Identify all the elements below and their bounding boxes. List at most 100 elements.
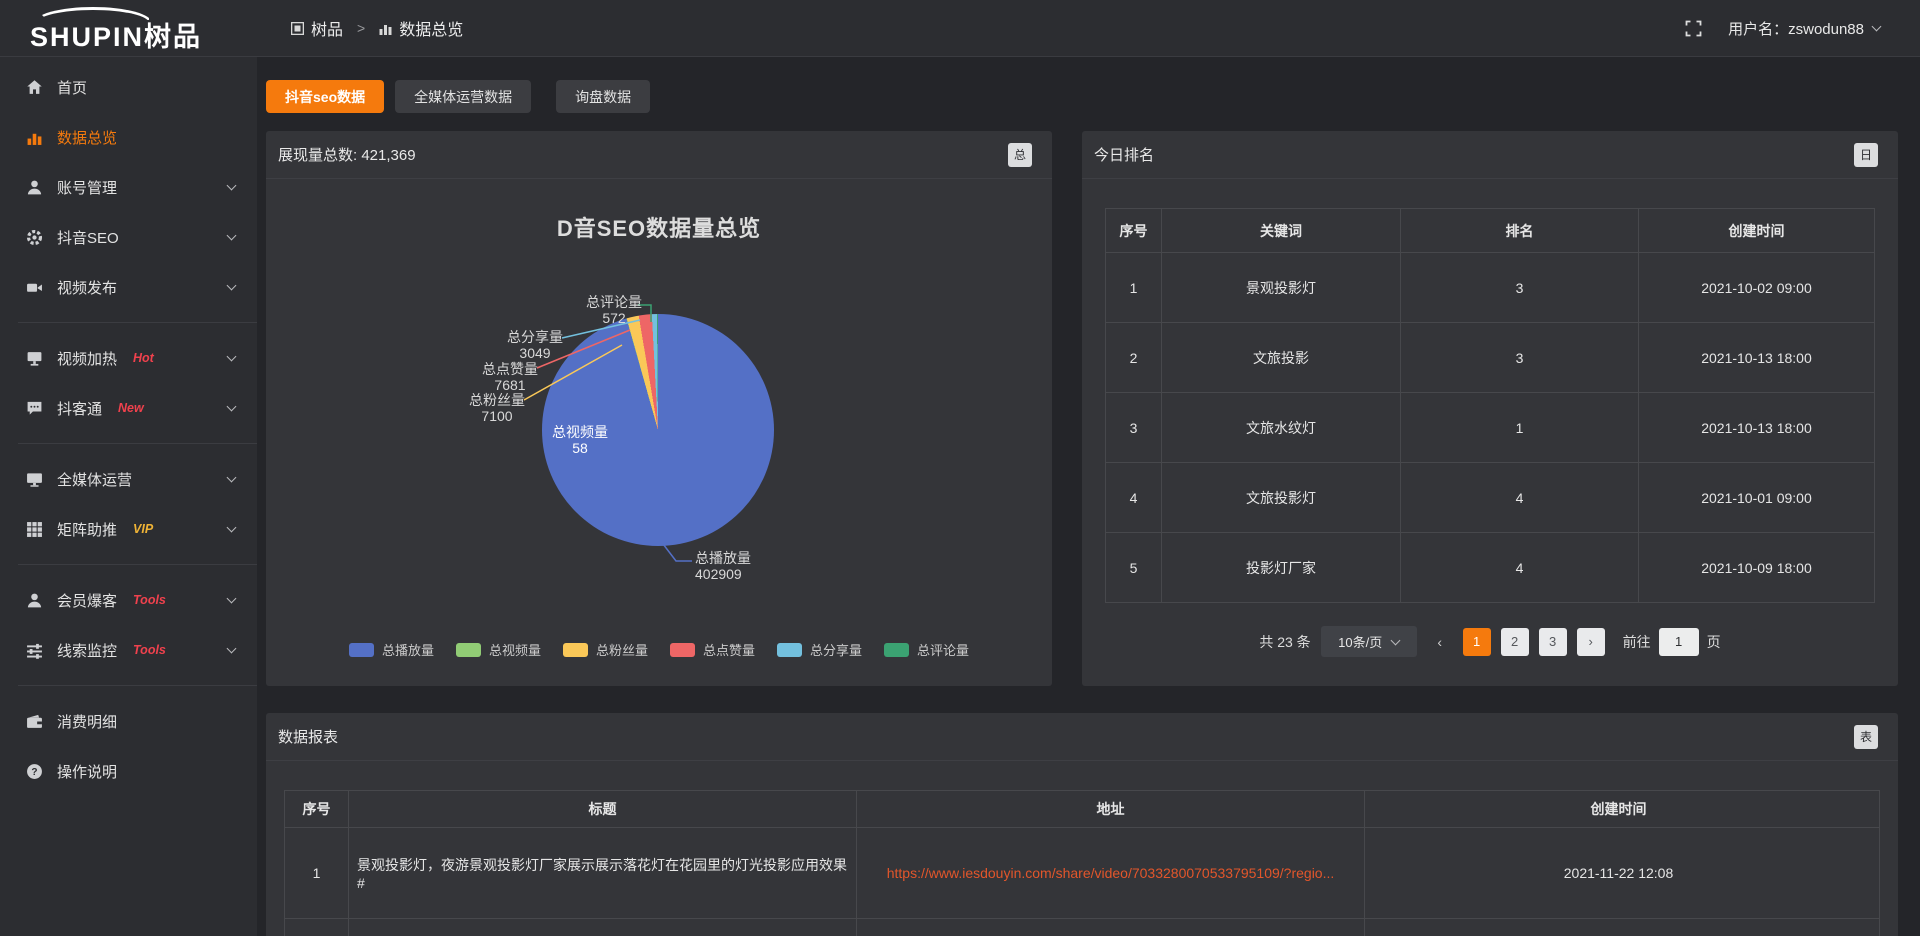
seo-volume-panel: 展现量总数: 421,369 总 D音SEO数据量总览 总评论量 572 xyxy=(266,131,1052,686)
page-button-3[interactable]: 3 xyxy=(1539,628,1567,656)
day-toggle-badge[interactable]: 日 xyxy=(1854,143,1878,167)
sidebar-item-omnimedia[interactable]: 全媒体运营 xyxy=(0,454,257,504)
chevron-down-icon xyxy=(227,644,237,654)
prev-page-button[interactable]: ‹ xyxy=(1427,634,1453,650)
goto-label: 前往 xyxy=(1623,632,1651,652)
sidebar-item-help[interactable]: ? 操作说明 xyxy=(0,746,257,796)
screen-play-icon xyxy=(26,350,43,367)
sidebar-item-label: 抖客通 xyxy=(57,398,102,419)
sliders-icon xyxy=(26,642,43,659)
username-label: 用户名：zswodun88 xyxy=(1728,18,1864,39)
logo-arc xyxy=(34,7,152,23)
sidebar-item-label: 全媒体运营 xyxy=(57,469,132,490)
fullscreen-icon[interactable] xyxy=(1685,20,1702,37)
legend-swatch xyxy=(456,643,481,657)
breadcrumb-current[interactable]: 数据总览 xyxy=(379,16,463,40)
breadcrumb-root[interactable]: 树品 xyxy=(291,16,343,40)
sidebar-item-label: 消费明细 xyxy=(57,711,117,732)
chevron-down-icon xyxy=(1391,635,1401,645)
legend-swatch xyxy=(349,643,374,657)
wallet-icon xyxy=(26,713,43,730)
pie-label-fans: 总粉丝量 7100 xyxy=(447,392,547,424)
hot-badge: Hot xyxy=(133,351,154,365)
chart-title: D音SEO数据量总览 xyxy=(266,211,1052,243)
sidebar-item-label: 视频加热 xyxy=(57,348,117,369)
user-menu[interactable]: 用户名：zswodun88 xyxy=(1728,18,1880,39)
ranking-table: 序号 关键词 排名 创建时间 1 景观投影灯 3 2021-10-02 09:0… xyxy=(1105,208,1875,603)
vip-badge: VIP xyxy=(133,522,153,536)
topbar-actions: 用户名：zswodun88 xyxy=(1685,18,1920,39)
sidebar-item-lead-monitor[interactable]: 线索监控 Tools xyxy=(0,625,257,675)
panel-header: 数据报表 表 xyxy=(266,713,1898,761)
tab-omnimedia-data[interactable]: 全媒体运营数据 xyxy=(395,80,531,113)
table-header-row: 序号 标题 地址 创建时间 xyxy=(285,791,1879,827)
data-report-panel: 数据报表 表 序号 标题 地址 创建时间 1 景观投影灯，夜游景观投影灯厂家展示… xyxy=(266,713,1898,936)
sidebar-item-label: 线索监控 xyxy=(57,640,117,661)
sidebar-item-label: 视频发布 xyxy=(57,277,117,298)
tab-inquiry-data[interactable]: 询盘数据 xyxy=(556,80,650,113)
legend-item-fans[interactable]: 总粉丝量 xyxy=(563,640,648,659)
goto-page: 前往 页 xyxy=(1623,628,1721,656)
breadcrumb-separator: > xyxy=(357,20,365,36)
table-header-row: 序号 关键词 排名 创建时间 xyxy=(1106,209,1874,252)
goto-page-input[interactable] xyxy=(1659,628,1699,656)
page-button-1[interactable]: 1 xyxy=(1463,628,1491,656)
sidebar-item-matrix-boost[interactable]: 矩阵助推 VIP xyxy=(0,504,257,554)
chevron-down-icon xyxy=(1872,22,1882,32)
monitor-icon xyxy=(26,471,43,488)
legend-item-comments[interactable]: 总评论量 xyxy=(884,640,969,659)
data-tabs: 抖音seo数据 全媒体运营数据 询盘数据 xyxy=(266,80,1898,113)
chevron-down-icon xyxy=(227,231,237,241)
legend-item-likes[interactable]: 总点赞量 xyxy=(670,640,755,659)
next-page-button[interactable]: › xyxy=(1577,628,1605,656)
chevron-down-icon xyxy=(227,281,237,291)
pie-chart: D音SEO数据量总览 总评论量 572 总分享量 3049 xyxy=(266,179,1052,685)
table-toggle-badge[interactable]: 表 xyxy=(1854,725,1878,749)
pie-label-comments: 总评论量 572 xyxy=(564,294,664,326)
sidebar-item-account[interactable]: 账号管理 xyxy=(0,162,257,212)
legend-item-plays[interactable]: 总播放量 xyxy=(349,640,434,659)
new-badge: New xyxy=(118,401,144,415)
sidebar-item-video-heat[interactable]: 视频加热 Hot xyxy=(0,333,257,383)
tab-douyin-seo-data[interactable]: 抖音seo数据 xyxy=(266,80,384,113)
tools-badge: Tools xyxy=(133,593,166,607)
legend-swatch xyxy=(777,643,802,657)
sidebar-item-label: 账号管理 xyxy=(57,177,117,198)
chevron-down-icon xyxy=(227,352,237,362)
sidebar-item-label: 会员爆客 xyxy=(57,590,117,611)
breadcrumb: 树品 > 数据总览 xyxy=(291,16,463,40)
table-row: 3 文旅水纹灯 1 2021-10-13 18:00 xyxy=(1106,392,1874,462)
table-row: 1 景观投影灯 3 2021-10-02 09:00 xyxy=(1106,252,1874,322)
total-toggle-badge[interactable]: 总 xyxy=(1008,143,1032,167)
chevron-down-icon xyxy=(227,402,237,412)
video-link[interactable]: https://www.iesdouyin.com/share/video/70… xyxy=(887,865,1335,881)
ranking-title: 今日排名 xyxy=(1094,144,1154,165)
app-logo: SHUPIN树品 xyxy=(0,3,257,54)
tools-badge: Tools xyxy=(133,643,166,657)
video-camera-icon xyxy=(26,279,43,296)
report-table: 序号 标题 地址 创建时间 1 景观投影灯，夜游景观投影灯厂家展示展示落花灯在花… xyxy=(284,790,1880,936)
user-icon xyxy=(26,179,43,196)
sidebar-item-doukettong[interactable]: 抖客通 New xyxy=(0,383,257,433)
sidebar-item-member-burst[interactable]: 会员爆客 Tools xyxy=(0,575,257,625)
chevron-down-icon xyxy=(227,181,237,191)
question-icon: ? xyxy=(26,763,43,780)
sidebar-item-data-overview[interactable]: 数据总览 xyxy=(0,112,257,162)
today-ranking-panel: 今日排名 日 序号 关键词 排名 创建时间 1 景观投影灯 3 2021-10-… xyxy=(1082,131,1898,686)
table-row: 5 投影灯厂家 4 2021-10-09 18:00 xyxy=(1106,532,1874,602)
page-size-select[interactable]: 10条/页 xyxy=(1321,626,1417,657)
sidebar-item-video-publish[interactable]: 视频发布 xyxy=(0,262,257,312)
bar-chart-icon xyxy=(379,22,392,35)
legend-swatch xyxy=(670,643,695,657)
total-count-label: 共 23 条 xyxy=(1259,632,1310,652)
sidebar-item-home[interactable]: 首页 xyxy=(0,62,257,112)
sidebar-item-spend-detail[interactable]: 消费明细 xyxy=(0,696,257,746)
pie-label-shares: 总分享量 3049 xyxy=(485,329,585,361)
sidebar-item-label: 数据总览 xyxy=(57,127,117,148)
chat-bubble-icon xyxy=(26,400,43,417)
panel-header: 展现量总数: 421,369 总 xyxy=(266,131,1052,179)
sidebar-item-douyin-seo[interactable]: 抖音SEO xyxy=(0,212,257,262)
legend-item-shares[interactable]: 总分享量 xyxy=(777,640,862,659)
page-button-2[interactable]: 2 xyxy=(1501,628,1529,656)
legend-item-videos[interactable]: 总视频量 xyxy=(456,640,541,659)
